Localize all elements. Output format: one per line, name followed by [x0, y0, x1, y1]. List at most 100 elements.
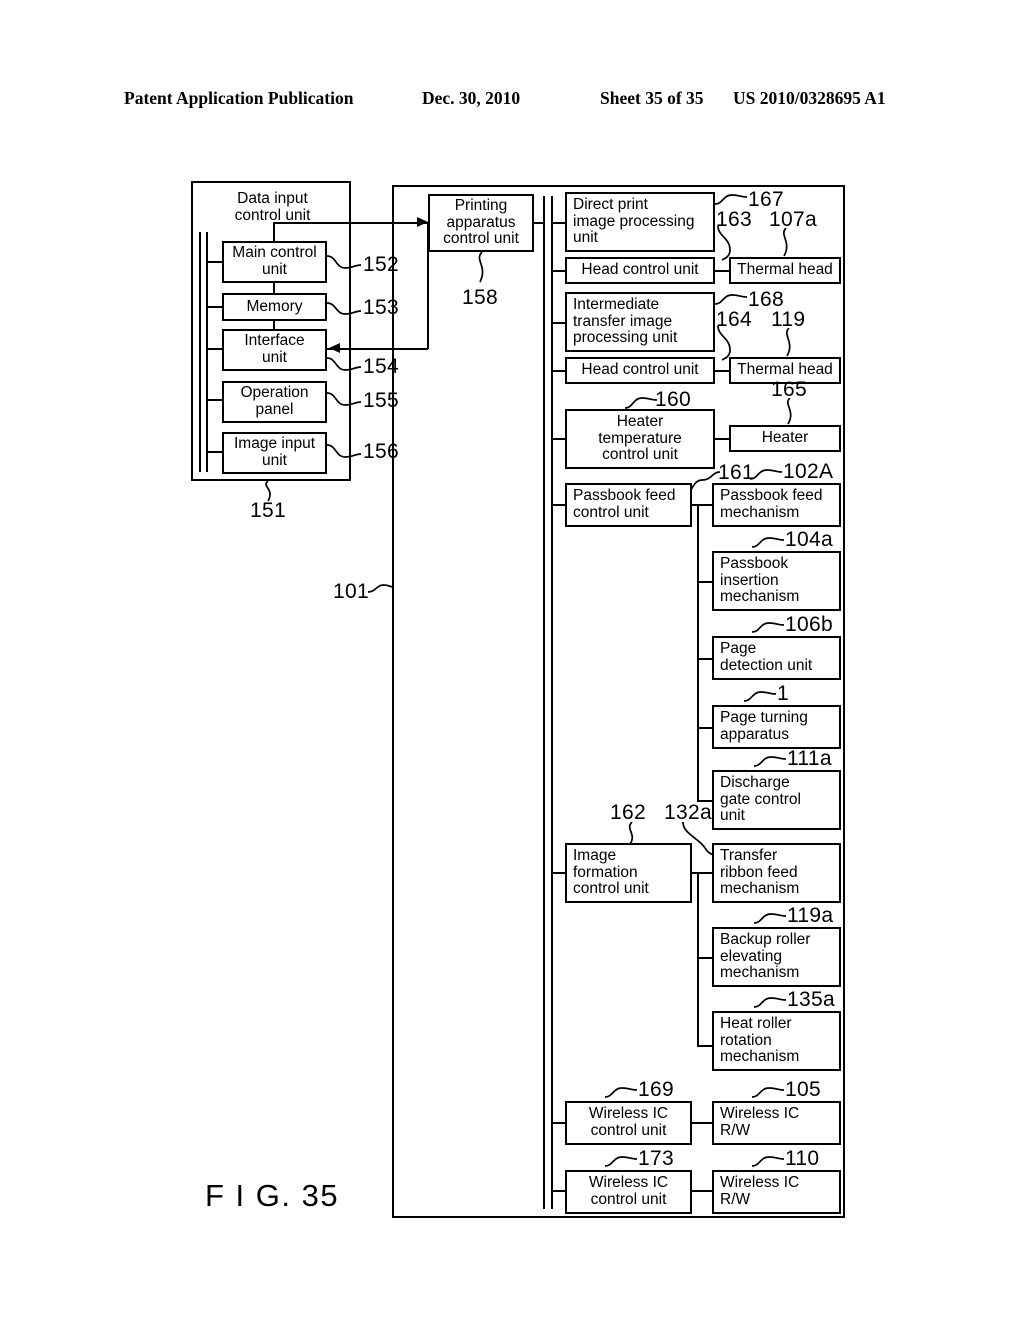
bus-stub-direct-print: [551, 222, 565, 224]
link-image-formation-to-branch: [692, 872, 712, 874]
ref-162: 162: [610, 801, 646, 824]
block-page-detection-unit[interactable]: Page detection unit: [712, 636, 841, 680]
block-head-control-unit-1[interactable]: Head control unit: [565, 257, 715, 284]
bus-stub-image-formation: [551, 872, 565, 874]
bus-stub-main-control: [206, 261, 223, 263]
block-wireless-ic-rw-1-label: Wireless IC R/W: [720, 1105, 800, 1139]
link-wireless-control-1-to-rw-1: [692, 1122, 712, 1124]
block-transfer-ribbon-feed-mechanism[interactable]: Transfer ribbon feed mechanism: [712, 843, 841, 903]
arrow-to-interface-unit: [329, 343, 340, 353]
leader-173: [605, 1156, 638, 1167]
block-wireless-ic-control-unit-2[interactable]: Wireless IC control unit: [565, 1170, 692, 1214]
leader-156: [327, 444, 362, 458]
header-sheet: Sheet 35 of 35: [600, 88, 704, 108]
leader-104a: [752, 537, 785, 548]
block-discharge-gate-control-unit[interactable]: Discharge gate control unit: [712, 770, 841, 830]
ref-154: 154: [363, 355, 399, 378]
block-head-control-unit-2[interactable]: Head control unit: [565, 357, 715, 384]
leader-135a: [754, 997, 787, 1008]
bus-stub-image-input: [206, 451, 223, 453]
block-heat-roller-rotation-mechanism[interactable]: Heat roller rotation mechanism: [712, 1011, 841, 1071]
bus-stub-head-control-2: [551, 370, 565, 372]
block-discharge-gate-control-unit-label: Discharge gate control unit: [720, 773, 801, 825]
block-image-input-unit[interactable]: Image input unit: [222, 432, 327, 474]
block-page-turning-apparatus-label: Page turning apparatus: [720, 709, 808, 743]
branch-stub-passbook-insertion: [697, 581, 712, 583]
block-head-control-unit-2-label: Head control unit: [581, 361, 699, 379]
ref-101: 101: [333, 580, 369, 603]
bus-stub-operation-panel: [206, 399, 223, 401]
block-interface-unit[interactable]: Interface unit: [222, 329, 327, 371]
branch-stub-page-turning: [697, 727, 712, 729]
block-passbook-feed-control-unit[interactable]: Passbook feed control unit: [565, 483, 692, 527]
block-printing-apparatus-control-unit[interactable]: Printing apparatus control unit: [428, 194, 534, 252]
ref-165: 165: [771, 378, 807, 401]
block-heater-label: Heater: [761, 429, 809, 447]
leader-165: [787, 398, 792, 425]
ref-111a: 111a: [787, 747, 832, 770]
ref-153: 153: [363, 296, 399, 319]
block-direct-print-image-processing-unit[interactable]: Direct print image processing unit: [565, 192, 715, 252]
ref-119: 119: [771, 308, 806, 331]
block-memory-label: Memory: [246, 297, 303, 315]
block-wireless-ic-rw-1[interactable]: Wireless IC R/W: [712, 1101, 841, 1145]
block-operation-panel-label: Operation panel: [240, 384, 309, 418]
link-head-control-2-to-thermal-head-2: [715, 370, 729, 372]
block-passbook-feed-mechanism-label: Passbook feed mechanism: [720, 487, 823, 521]
printing-bus-line-inner: [551, 196, 554, 1209]
header-patent-number: US 2010/0328695 A1: [733, 88, 886, 108]
header-date: Dec. 30, 2010: [422, 88, 521, 108]
block-transfer-ribbon-feed-mechanism-label: Transfer ribbon feed mechanism: [720, 846, 800, 898]
leader-107a: [783, 228, 788, 257]
block-thermal-head-1-label: Thermal head: [737, 261, 833, 279]
leader-110: [752, 1156, 785, 1167]
bus-stub-passbook-feed: [551, 504, 565, 506]
block-thermal-head-1[interactable]: Thermal head: [729, 257, 841, 284]
block-operation-panel[interactable]: Operation panel: [222, 381, 327, 423]
data-input-control-unit-title: Data input control unit: [234, 190, 311, 225]
leader-153: [327, 302, 362, 315]
link-wireless-control-2-to-rw-2: [692, 1190, 712, 1192]
block-wireless-ic-rw-2[interactable]: Wireless IC R/W: [712, 1170, 841, 1214]
ref-106b: 106b: [785, 613, 833, 636]
ref-161: 161: [718, 461, 754, 484]
block-heater-temperature-control-unit-label: Heater temperature control unit: [598, 412, 682, 464]
leader-101: [368, 584, 394, 593]
leader-102A: [750, 469, 783, 480]
ref-104a: 104a: [785, 528, 833, 551]
block-passbook-feed-control-unit-label: Passbook feed control unit: [573, 487, 676, 521]
ref-132a: 132a: [664, 801, 712, 824]
ref-105: 105: [785, 1078, 821, 1101]
leader-105: [752, 1087, 785, 1098]
bus-stub-memory: [206, 306, 223, 308]
link-printing-to-interface: [327, 348, 428, 350]
ref-102A: 102A: [783, 460, 834, 483]
link-heater-control-to-heater: [715, 438, 729, 440]
leader-154: [327, 357, 362, 371]
block-memory[interactable]: Memory: [222, 293, 327, 321]
block-passbook-insertion-mechanism-label: Passbook insertion mechanism: [720, 554, 800, 606]
block-main-control-unit[interactable]: Main control unit: [222, 241, 327, 283]
arrow-to-printing-apparatus: [417, 217, 428, 227]
block-image-formation-control-unit-label: Image formation control unit: [573, 846, 649, 898]
block-wireless-ic-control-unit-1-label: Wireless IC control unit: [588, 1105, 669, 1139]
block-passbook-feed-mechanism[interactable]: Passbook feed mechanism: [712, 483, 841, 527]
block-heater[interactable]: Heater: [729, 425, 841, 452]
block-intermediate-transfer-image-processing-unit[interactable]: Intermediate transfer image processing u…: [565, 292, 715, 352]
passbook-branch-bus: [697, 504, 699, 800]
block-passbook-insertion-mechanism[interactable]: Passbook insertion mechanism: [712, 551, 841, 611]
block-page-detection-unit-label: Page detection unit: [720, 640, 813, 674]
block-page-turning-apparatus[interactable]: Page turning apparatus: [712, 705, 841, 749]
ref-156: 156: [363, 440, 399, 463]
block-heater-temperature-control-unit[interactable]: Heater temperature control unit: [565, 409, 715, 469]
figure-label: F I G. 35: [205, 1178, 340, 1213]
branch-stub-page-detection: [697, 658, 712, 660]
block-backup-roller-elevating-mechanism[interactable]: Backup roller elevating mechanism: [712, 927, 841, 987]
ref-1: 1: [777, 682, 789, 705]
printing-bus-line-outer: [543, 196, 546, 1209]
block-image-formation-control-unit[interactable]: Image formation control unit: [565, 843, 692, 903]
ref-163: 163: [716, 208, 752, 231]
data-input-bus-line-inner: [206, 232, 209, 472]
block-heat-roller-rotation-mechanism-label: Heat roller rotation mechanism: [720, 1014, 800, 1066]
block-wireless-ic-control-unit-1[interactable]: Wireless IC control unit: [565, 1101, 692, 1145]
